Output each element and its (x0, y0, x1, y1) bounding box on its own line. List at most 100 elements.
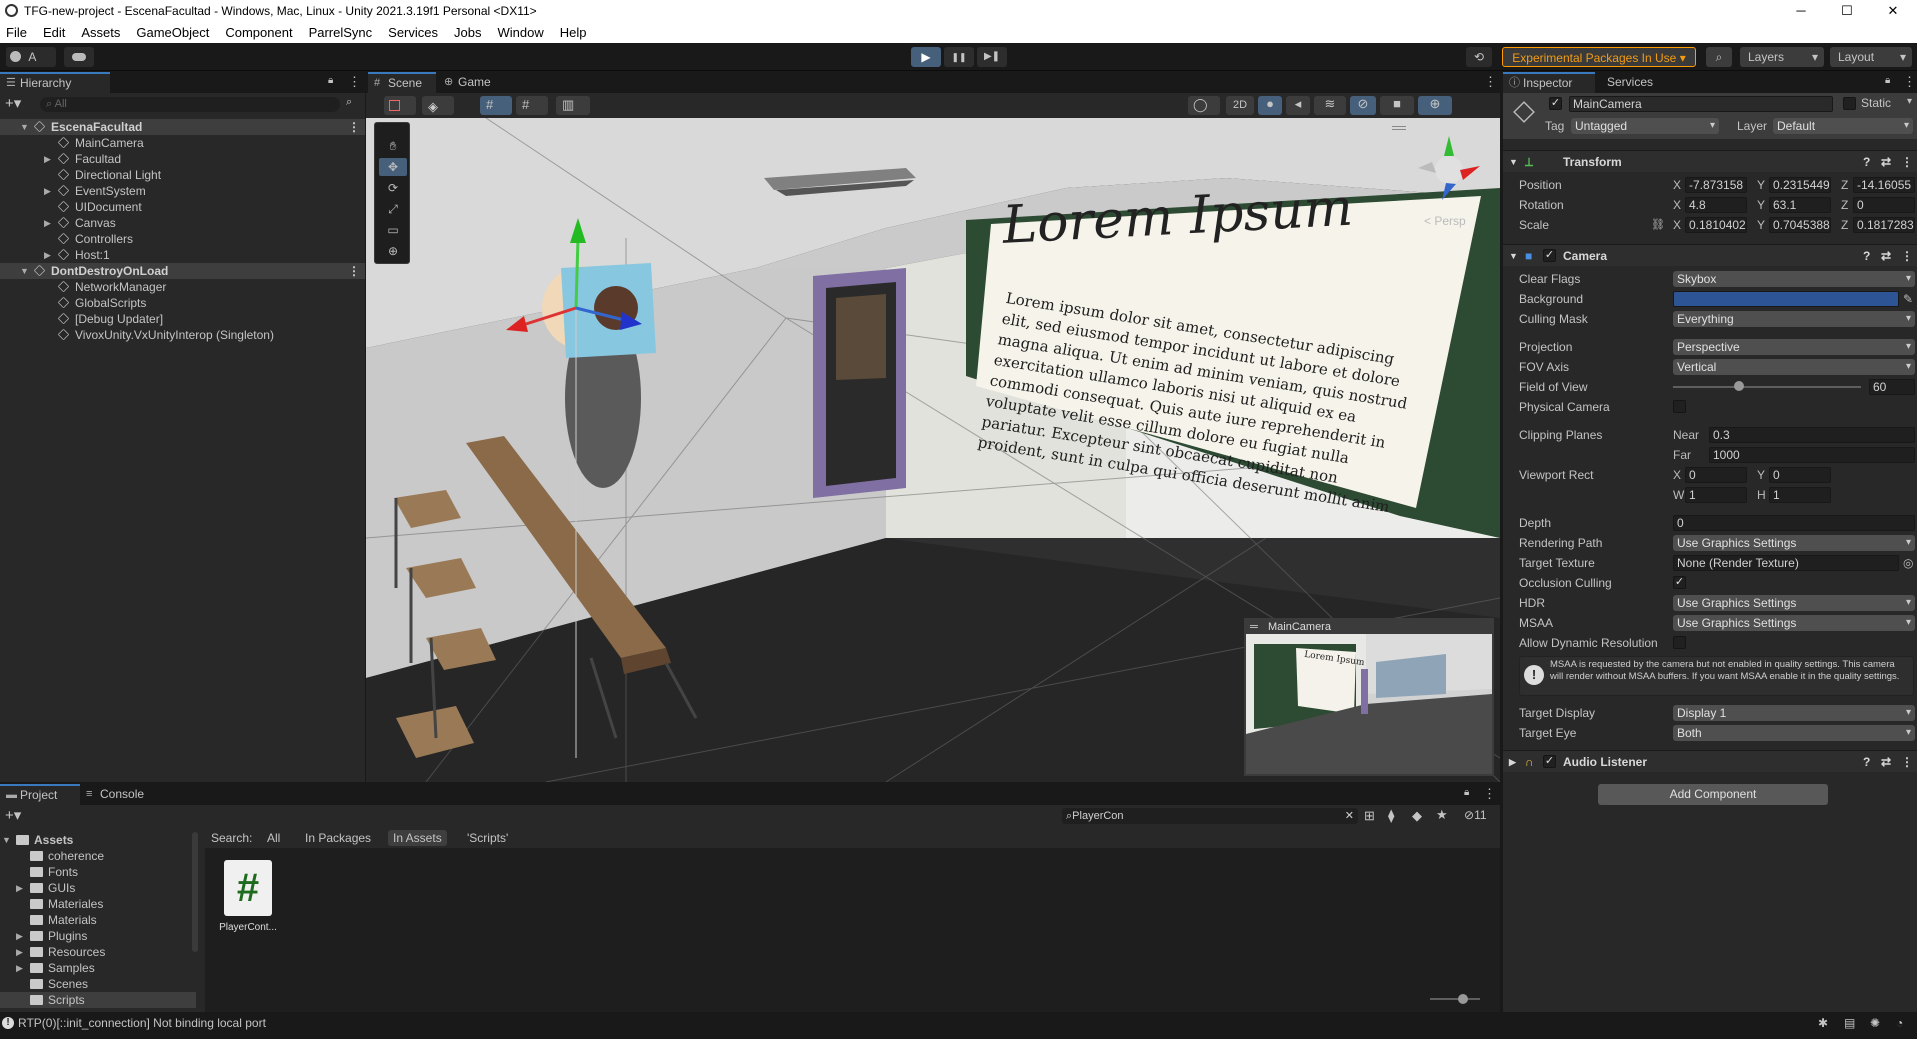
dynres-checkbox[interactable] (1673, 636, 1686, 649)
hidden-packages-icon[interactable]: ⊘11 (1464, 808, 1487, 822)
tab-console[interactable]: ≡ Console (80, 784, 160, 805)
filter-in-packages[interactable]: In Packages (305, 828, 371, 848)
favorite-star-icon[interactable]: ★ (1436, 807, 1448, 823)
tree-root-assets[interactable]: ▼ Assets (0, 832, 196, 848)
rotation-y-field[interactable]: 63.1 (1769, 197, 1831, 213)
tab-game[interactable]: ⊕ Game (438, 72, 504, 93)
layout-dropdown[interactable]: Layout ▾ (1830, 47, 1912, 67)
foldout-arrow-icon[interactable]: ▶ (44, 183, 51, 199)
collab-icon[interactable]: ◔ (1896, 1012, 1903, 1034)
create-asset-button[interactable]: +▾ (5, 806, 21, 824)
audio-listener-header[interactable]: ▶ ∩ ✓ Audio Listener ? ⇄ ⋮ (1503, 750, 1917, 772)
audio-toggle[interactable]: ◂ (1286, 96, 1310, 115)
more-menu-icon[interactable]: ⋮ (1903, 74, 1916, 90)
foldout-arrow-icon[interactable]: ▶ (44, 151, 51, 167)
rotation-z-field[interactable]: 0 (1853, 197, 1915, 213)
link-icon[interactable]: ⛓︎ (1651, 216, 1665, 234)
icon-size-slider[interactable] (1430, 994, 1480, 1004)
more-menu-icon[interactable]: ⋮ (1484, 74, 1497, 90)
lock-icon[interactable]: 🔒︎ (1885, 75, 1890, 86)
near-field[interactable]: 0.3 (1709, 427, 1915, 443)
effects-dropdown[interactable]: ≋ (1314, 96, 1346, 115)
hierarchy-search-field[interactable]: ⌕ All (40, 97, 340, 112)
search-by-label-icon[interactable]: ⧫ (1388, 808, 1394, 824)
hierarchy-item[interactable]: MainCamera (0, 135, 365, 151)
tag-icon[interactable]: ◆ (1412, 808, 1422, 824)
play-button[interactable]: ▶ (911, 47, 941, 67)
icon-size-handle[interactable] (1458, 994, 1468, 1004)
draw-mode-button[interactable] (384, 96, 416, 115)
fov-value-field[interactable]: 60 (1869, 379, 1915, 395)
hierarchy-item[interactable]: [Debug Updater] (0, 311, 365, 327)
increment-snap-button[interactable]: # (516, 96, 548, 115)
camera-header[interactable]: ▼ ■ ✓ Camera ? ⇄ ⋮ (1503, 244, 1917, 266)
tree-folder-item[interactable]: Scenes (0, 976, 196, 992)
physical-camera-checkbox[interactable] (1673, 400, 1686, 413)
filter-in-assets[interactable]: In Assets (388, 830, 447, 846)
hdr-dropdown[interactable]: Use Graphics Settings (1673, 595, 1915, 611)
foldout-arrow-icon[interactable]: ▶ (44, 247, 51, 263)
move-tool-icon[interactable]: ✥ (379, 158, 407, 176)
foldout-arrow-icon[interactable]: ▶ (16, 880, 23, 896)
clear-flags-dropdown[interactable]: Skybox (1673, 271, 1915, 287)
more-menu-icon[interactable]: ⋮ (1901, 245, 1913, 267)
hierarchy-item[interactable]: ▶ Host:1 (0, 247, 365, 263)
tab-services[interactable]: Services (1595, 72, 1665, 93)
tag-dropdown[interactable]: Untagged (1571, 118, 1719, 134)
fov-axis-dropdown[interactable]: Vertical (1673, 359, 1915, 375)
scene-search-icon[interactable]: ⌕ (346, 96, 352, 109)
tree-scrollbar[interactable] (192, 832, 198, 952)
script-asset[interactable]: # PlayerCont... (213, 860, 283, 940)
hierarchy-item[interactable]: UIDocument (0, 199, 365, 215)
fov-slider-track[interactable] (1673, 386, 1861, 388)
add-object-button[interactable]: +▾ (5, 94, 21, 112)
rendering-path-dropdown[interactable]: Use Graphics Settings (1673, 535, 1915, 551)
occlusion-checkbox[interactable]: ✓ (1673, 576, 1686, 589)
camera-enabled-checkbox[interactable]: ✓ (1543, 249, 1556, 262)
position-x-field[interactable]: -7.873158 (1685, 177, 1747, 193)
drag-handle-icon[interactable]: ═ (1250, 620, 1258, 634)
culling-mask-dropdown[interactable]: Everything (1673, 311, 1915, 327)
menu-window[interactable]: Window (497, 25, 543, 40)
background-color-field[interactable] (1673, 291, 1899, 307)
more-menu-icon[interactable]: ⋮ (1901, 751, 1913, 773)
view-tool-hand-icon[interactable]: ✋︎ (379, 137, 407, 155)
viewport-x-field[interactable]: 0 (1685, 467, 1747, 483)
preset-icon[interactable]: ⇄ (1881, 245, 1891, 267)
persp-label[interactable]: < Persp (1424, 214, 1466, 228)
msaa-dropdown[interactable]: Use Graphics Settings (1673, 615, 1915, 631)
close-button[interactable]: ✕ (1870, 0, 1916, 22)
step-button[interactable]: ▶❚ (977, 47, 1007, 67)
pause-button[interactable]: ❚❚ (944, 47, 974, 67)
tree-folder-item[interactable]: ▶ Plugins (0, 928, 196, 944)
help-icon[interactable]: ? (1863, 151, 1870, 173)
bug-icon[interactable]: ✱ (1818, 1012, 1828, 1034)
foldout-arrow-icon[interactable]: ▼ (20, 263, 29, 279)
tab-project[interactable]: ▬ Project (0, 784, 80, 805)
gizmos-dropdown[interactable]: ⊕ (1418, 96, 1452, 115)
target-texture-field[interactable]: None (Render Texture) (1673, 555, 1899, 571)
scene-overlay-handle[interactable] (1392, 126, 1406, 130)
status-message[interactable]: RTP(0)[::init_connection] Not binding lo… (18, 1012, 266, 1034)
layers-dropdown[interactable]: Layers ▾ (1740, 47, 1824, 67)
foldout-arrow-icon[interactable]: ▶ (44, 215, 51, 231)
search-by-type-icon[interactable]: ⊞ (1364, 808, 1375, 824)
audio-listener-checkbox[interactable]: ✓ (1543, 755, 1556, 768)
hierarchy-item[interactable]: ▶ EventSystem (0, 183, 365, 199)
foldout-arrow-icon[interactable]: ▶ (16, 960, 23, 976)
help-icon[interactable]: ? (1863, 245, 1870, 267)
camera-settings-dropdown[interactable]: ■ (1380, 96, 1414, 115)
object-picker-icon[interactable]: ◎ (1903, 554, 1913, 572)
menu-services[interactable]: Services (388, 25, 438, 40)
scale-z-field[interactable]: 0.1817283 (1853, 217, 1915, 233)
menu-edit[interactable]: Edit (43, 25, 65, 40)
far-field[interactable]: 1000 (1709, 447, 1915, 463)
foldout-arrow-icon[interactable]: ▼ (2, 832, 11, 848)
cache-icon[interactable]: ▤ (1844, 1012, 1855, 1034)
projection-dropdown[interactable]: Perspective (1673, 339, 1915, 355)
maximize-button[interactable]: ☐ (1824, 0, 1870, 22)
account-button[interactable]: A (6, 47, 56, 67)
preset-icon[interactable]: ⇄ (1881, 151, 1891, 173)
rect-tool-icon[interactable]: ▭ (379, 221, 407, 239)
scene-camera-button[interactable]: ◯ (1188, 96, 1220, 115)
